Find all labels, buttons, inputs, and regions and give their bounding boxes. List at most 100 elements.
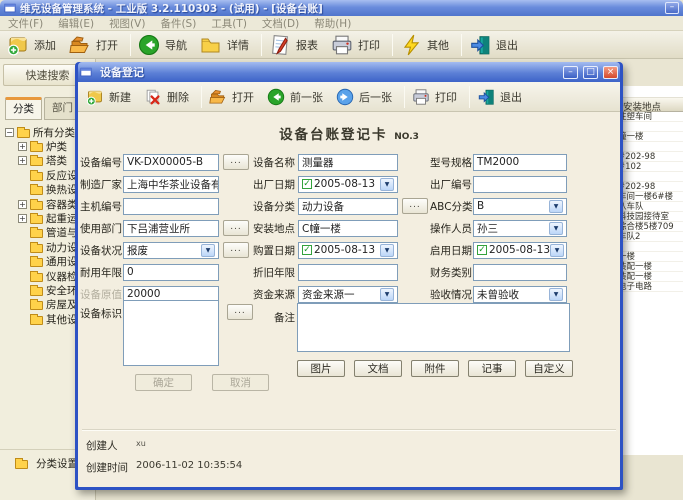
collapse-icon[interactable]: − (5, 127, 14, 137)
menu-parts[interactable]: 备件(S) (160, 16, 196, 31)
grid-row[interactable]: 幢一楼 (621, 132, 683, 142)
depreciation-years-input[interactable] (298, 263, 398, 281)
report-button[interactable]: 报表 (265, 32, 327, 57)
attachment-button[interactable]: 附件 (411, 360, 459, 377)
exit-door-icon (471, 35, 490, 54)
navigate-icon (138, 34, 160, 55)
expand-icon[interactable]: + (18, 156, 27, 166)
factory-no-input[interactable] (473, 175, 567, 193)
menu-tools[interactable]: 工具(T) (211, 16, 247, 31)
equipment-no-input[interactable]: VK-DX00005-B (123, 153, 219, 171)
grid-row[interactable]: 八车队 (621, 202, 683, 212)
chevron-down-icon[interactable]: ▼ (549, 221, 563, 235)
delete-button[interactable]: 删除 (140, 84, 198, 109)
exit-button[interactable]: 退出 (465, 32, 527, 57)
department-browse-button[interactable]: ... (223, 220, 249, 236)
minimize-button[interactable]: – (665, 2, 679, 14)
grid-row[interactable]: 电子电路 (621, 282, 683, 292)
status-select[interactable]: 报废 ▼ (123, 241, 219, 259)
grid-row[interactable] (621, 172, 683, 182)
cancel-button[interactable]: 取消 (212, 374, 269, 391)
status-browse-button[interactable]: ... (223, 242, 249, 258)
equipment-no-browse-button[interactable]: ... (223, 154, 249, 170)
document-button[interactable]: 文档 (354, 360, 402, 377)
equipment-category-input[interactable]: 动力设备 (298, 197, 398, 215)
navigate-button[interactable]: 导航 (134, 32, 196, 57)
checkbox-checked-icon[interactable]: ✓ (302, 245, 312, 255)
expand-icon[interactable]: + (18, 214, 27, 224)
menu-edit[interactable]: 编辑(E) (58, 16, 94, 31)
menu-help[interactable]: 帮助(H) (314, 16, 351, 31)
grid-row[interactable]: 装配一楼 (621, 272, 683, 282)
chevron-down-icon[interactable]: ▼ (549, 199, 563, 213)
menu-view[interactable]: 视图(V) (109, 16, 145, 31)
equipment-name-input[interactable]: 测量器 (298, 153, 398, 171)
menu-file[interactable]: 文件(F) (8, 16, 43, 31)
start-date-picker[interactable]: ✓ 2005-08-13 ▼ (473, 241, 567, 259)
chevron-down-icon[interactable]: ▼ (549, 287, 563, 301)
finance-category-input[interactable] (473, 263, 567, 281)
picture-button[interactable]: 图片 (297, 360, 345, 377)
chevron-down-icon[interactable]: ▼ (380, 243, 394, 257)
custom-button[interactable]: 自定义 (525, 360, 573, 377)
menu-docs[interactable]: 文档(D) (262, 16, 299, 31)
grid-row[interactable]: #202-98 (621, 152, 683, 162)
print-button[interactable]: 打印 (327, 32, 389, 57)
chevron-down-icon[interactable]: ▼ (380, 177, 394, 191)
grid-row[interactable] (621, 242, 683, 252)
grid-row[interactable]: 车间一楼6#楼 (621, 192, 683, 202)
equipment-tag-box[interactable] (123, 300, 219, 366)
other-button[interactable]: 其他 (396, 32, 458, 57)
grid-row[interactable]: 综合楼5楼709 (621, 222, 683, 232)
next-record-button[interactable]: 后一张 (332, 84, 401, 109)
grid-column-header[interactable]: 安装地点 (621, 98, 683, 113)
operator-select[interactable]: 孙三 ▼ (473, 219, 567, 237)
dialog-print-button[interactable]: 打印 (408, 84, 466, 109)
add-button[interactable]: 添加 (3, 32, 65, 57)
manufacturer-input[interactable]: 上海中华茶业设备有限公司 (123, 175, 219, 193)
purchase-date-picker[interactable]: ✓ 2005-08-13 ▼ (298, 241, 398, 259)
open-button[interactable]: 打开 (65, 32, 127, 57)
memo-button[interactable]: 记事 (468, 360, 516, 377)
grid-row[interactable]: 装配一楼 (621, 262, 683, 272)
detail-button[interactable]: 详情 (196, 32, 258, 57)
host-no-input[interactable] (123, 197, 219, 215)
grid-row[interactable]: #202-98 (621, 182, 683, 192)
tab-category[interactable]: 分类 (5, 97, 42, 120)
chevron-down-icon[interactable]: ▼ (201, 243, 215, 257)
dialog-open-button[interactable]: 打开 (205, 84, 263, 109)
grid-row[interactable] (621, 122, 683, 132)
acceptance-select[interactable]: 未曾验收 ▼ (473, 285, 567, 303)
grid-row[interactable]: 注塑车间 (621, 112, 683, 122)
model-spec-input[interactable]: TM2000 (473, 153, 567, 171)
chevron-down-icon[interactable]: ▼ (380, 287, 394, 301)
dialog-close-button[interactable]: × (603, 65, 618, 79)
tag-browse-button[interactable]: ... (227, 304, 253, 320)
ok-button[interactable]: 确定 (135, 374, 192, 391)
dialog-maximize-button[interactable]: □ (583, 65, 598, 79)
service-life-input[interactable]: 0 (123, 263, 219, 281)
install-location-input[interactable]: C幢一楼 (298, 219, 398, 237)
previous-record-button[interactable]: 前一张 (263, 84, 332, 109)
checkbox-checked-icon[interactable]: ✓ (302, 179, 312, 189)
grid-row[interactable]: 车队2 (621, 232, 683, 242)
folder-icon (30, 184, 43, 196)
fund-source-select[interactable]: 资金来源一 ▼ (298, 285, 398, 303)
grid-row[interactable]: 科技园接待室 (621, 212, 683, 222)
expand-icon[interactable]: + (18, 142, 27, 152)
new-button[interactable]: 新建 (82, 84, 140, 109)
chevron-down-icon[interactable]: ▼ (550, 243, 565, 257)
expand-icon[interactable]: + (18, 199, 27, 209)
factory-date-picker[interactable]: ✓ 2005-08-13 ▼ (298, 175, 398, 193)
grid-filter-row[interactable] (621, 86, 683, 98)
department-input[interactable]: 下吕浦营业所 (123, 219, 219, 237)
dialog-exit-button[interactable]: 退出 (473, 84, 531, 109)
dialog-minimize-button[interactable]: – (563, 65, 578, 79)
grid-row[interactable]: #102 (621, 162, 683, 172)
checkbox-checked-icon[interactable]: ✓ (477, 245, 487, 255)
abc-category-select[interactable]: B ▼ (473, 197, 567, 215)
category-browse-button[interactable]: ... (402, 198, 428, 214)
grid-row[interactable] (621, 142, 683, 152)
grid-row[interactable]: 一楼 (621, 252, 683, 262)
note-box[interactable] (297, 303, 570, 352)
